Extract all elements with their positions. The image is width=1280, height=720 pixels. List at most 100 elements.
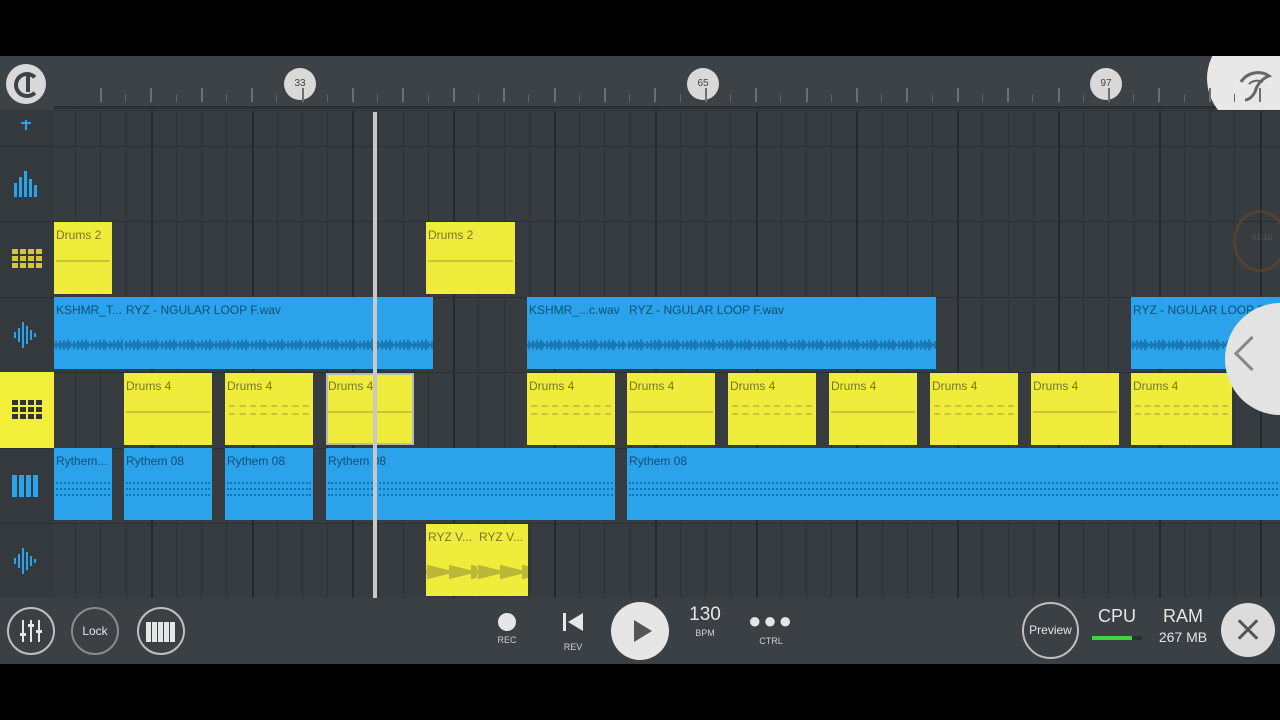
playlist-clip[interactable]: Drums 4 <box>728 373 816 445</box>
lock-button[interactable]: Lock <box>71 607 119 655</box>
track-header[interactable] <box>0 110 54 147</box>
mixer-button[interactable] <box>7 607 55 655</box>
clip-label: Rythem 08 <box>328 454 387 468</box>
clip-label: RYZ - NGULAR LOOP F.wav <box>629 303 784 317</box>
timer-text: 01:10 <box>1252 233 1273 242</box>
ruler-tick <box>301 88 304 102</box>
note-pattern <box>1135 413 1228 415</box>
playlist-clip[interactable]: KSHMR_T... <box>54 297 124 369</box>
ruler-tick <box>1057 88 1060 102</box>
playlist-clip[interactable]: Rythem 08 <box>627 448 1280 520</box>
audio-waveform-track-icon <box>14 547 36 574</box>
bar-marker-65[interactable]: 65 <box>687 68 719 100</box>
ruler-tick <box>906 88 909 102</box>
clip-label: Drums 4 <box>529 379 575 393</box>
note-pattern <box>126 488 210 490</box>
note-pattern <box>56 482 110 484</box>
track-header[interactable] <box>0 523 54 599</box>
playlist-clip[interactable]: RYZ - NGULAR LOOP F.wav <box>124 297 433 369</box>
clip-label: Drums 4 <box>932 379 978 393</box>
note-pattern <box>629 494 1278 496</box>
ruler-tick <box>251 88 254 102</box>
playlist-clip[interactable]: RYZ V... <box>426 524 477 596</box>
bar-marker-97[interactable]: 97 <box>1090 68 1122 100</box>
ruler-tick <box>125 94 127 102</box>
note-pattern <box>732 413 812 415</box>
mixer-sliders-icon <box>20 620 42 642</box>
playlist-clip[interactable]: Drums 4 <box>326 373 414 445</box>
grid-line <box>1032 110 1034 598</box>
record-icon <box>498 613 516 631</box>
tempo-control[interactable]: 130 BPM <box>680 604 730 638</box>
playlist-clip[interactable]: Rythem... <box>54 448 112 520</box>
playlist-clip[interactable]: Drums 4 <box>829 373 917 445</box>
ruler-tick <box>604 88 606 102</box>
close-button[interactable] <box>1221 603 1275 657</box>
playlist-clip[interactable]: Drums 2 <box>426 222 515 294</box>
piano-roll-track-icon <box>12 474 38 497</box>
playhead[interactable] <box>373 112 377 598</box>
cpu-meter-fill <box>1092 636 1132 640</box>
timeline-ruler[interactable]: 33 65 97 <box>0 56 1280 131</box>
bar-marker-33[interactable]: 33 <box>284 68 316 100</box>
playlist-clip[interactable]: Rythem 08 <box>225 448 313 520</box>
clip-label: Drums 4 <box>629 379 675 393</box>
track-header[interactable] <box>0 221 54 298</box>
playlist-clip[interactable]: RYZ - NGULAR LOOP F.wav <box>627 297 936 369</box>
track-header[interactable] <box>0 146 54 222</box>
track-header[interactable] <box>0 297 54 373</box>
playlist-clip[interactable]: Rythem 08 <box>124 448 212 520</box>
track-header[interactable] <box>0 448 54 524</box>
ruler-tick <box>1032 94 1034 102</box>
note-pattern <box>831 411 915 413</box>
snap-magnet-icon[interactable] <box>6 64 46 104</box>
clip-label: Rythem 08 <box>227 454 286 468</box>
playlist-clip[interactable]: Rythem 08 <box>326 448 615 520</box>
note-pattern <box>732 405 812 407</box>
bpm-caption: BPM <box>695 628 715 638</box>
playlist-clip[interactable]: Drums 4 <box>930 373 1018 445</box>
note-pattern <box>227 494 311 496</box>
record-button[interactable]: REC <box>482 606 532 645</box>
ctrl-button[interactable]: ●●● CTRL <box>746 606 796 647</box>
ruler-tick <box>1259 88 1262 102</box>
note-pattern <box>531 413 611 415</box>
rewind-button[interactable]: REV <box>548 606 598 652</box>
preview-button[interactable]: Preview <box>1022 602 1079 659</box>
note-pattern <box>229 405 309 407</box>
note-pattern <box>428 260 513 262</box>
ruler-tick <box>478 94 479 102</box>
cpu-meter-bar <box>1092 636 1142 640</box>
clip-label: KSHMR_T... <box>56 303 123 317</box>
audio-waveform <box>426 565 477 579</box>
piano-roll-button[interactable] <box>137 607 185 655</box>
ruler-tick <box>931 94 933 102</box>
playlist-clip[interactable]: Drums 4 <box>124 373 212 445</box>
ruler-tick <box>830 94 832 102</box>
ruler-tick <box>1082 94 1084 102</box>
playlist-clip[interactable]: Drums 4 <box>225 373 313 445</box>
skip-back-icon <box>563 613 583 631</box>
ruler-tick <box>881 94 883 102</box>
playlist-clip[interactable]: Drums 4 <box>527 373 615 445</box>
playlist-clip[interactable]: Drums 2 <box>54 222 112 294</box>
drum-pattern-track-icon <box>12 400 42 419</box>
track-header[interactable] <box>0 372 54 449</box>
ram-label: RAM <box>1163 606 1203 626</box>
ruler-tick <box>679 94 681 102</box>
playlist-clip[interactable]: Drums 4 <box>627 373 715 445</box>
ruler-tick <box>755 88 758 102</box>
note-pattern <box>227 488 311 490</box>
note-pattern <box>531 405 611 407</box>
play-button[interactable] <box>611 602 669 660</box>
playlist-clip[interactable]: Drums 4 <box>1031 373 1119 445</box>
ruler-tick <box>226 94 227 102</box>
ruler-tick <box>427 94 429 102</box>
playlist-clip[interactable]: Drums 4 <box>1131 373 1232 445</box>
playlist-clip[interactable]: RYZ V... <box>477 524 528 596</box>
record-caption: REC <box>497 635 517 645</box>
note-pattern <box>629 488 1278 490</box>
grid-line <box>1083 110 1085 598</box>
note-pattern <box>328 494 613 496</box>
playlist-clip[interactable]: KSHMR_...c.wav <box>527 297 627 369</box>
